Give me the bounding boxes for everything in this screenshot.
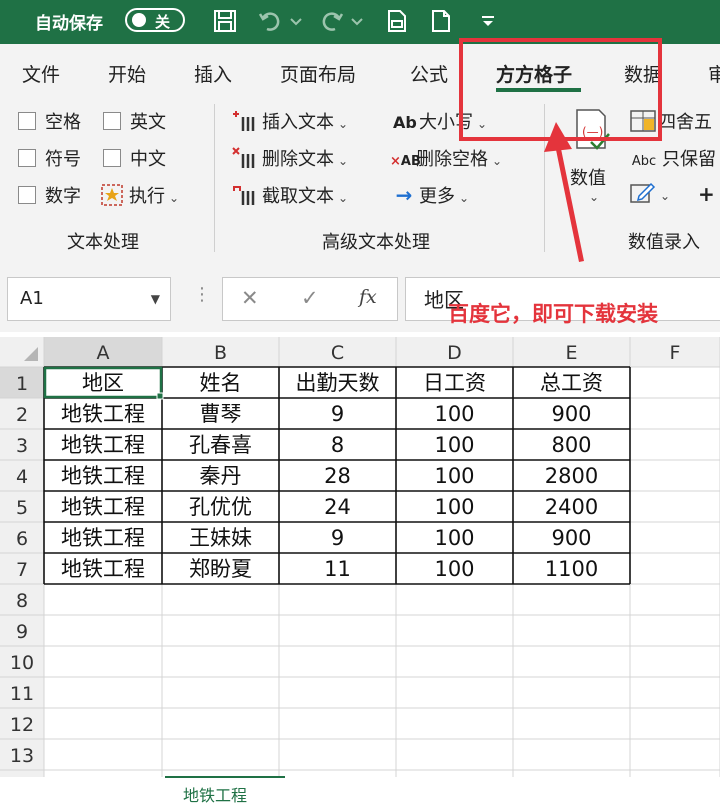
table-cell[interactable]: 地铁工程 <box>61 402 145 426</box>
table-cell[interactable]: 秦丹 <box>200 464 242 488</box>
table-cell[interactable]: 9 <box>331 402 344 426</box>
table-cell[interactable]: 8 <box>331 433 344 457</box>
row-header[interactable]: 9 <box>16 621 28 643</box>
column-header-b[interactable]: B <box>214 342 227 364</box>
header-cell[interactable]: 出勤天数 <box>296 371 380 395</box>
spreadsheet-grid[interactable]: A B C D E F12345678910111213地区 姓名 出勤天数 日工资 总工资地铁工… <box>0 337 720 777</box>
table-cell[interactable]: 地铁工程 <box>61 433 145 457</box>
row-header[interactable]: 4 <box>16 466 28 488</box>
row-header[interactable]: 3 <box>16 435 28 457</box>
table-cell[interactable]: 2800 <box>545 464 598 488</box>
table-cell[interactable]: 100 <box>434 557 474 581</box>
table-cell[interactable]: 9 <box>331 526 344 550</box>
table-cell[interactable]: 100 <box>434 402 474 426</box>
row-header[interactable]: 2 <box>16 404 28 426</box>
table-cell[interactable]: 100 <box>434 495 474 519</box>
column-header-a[interactable]: A <box>97 342 110 364</box>
table-cell[interactable]: 地铁工程 <box>61 464 145 488</box>
row-header[interactable]: 5 <box>16 497 28 519</box>
annotation-text: 百度它，即可下载安装 <box>448 302 658 326</box>
table-cell[interactable]: 100 <box>434 433 474 457</box>
table-cell[interactable]: 28 <box>324 464 351 488</box>
table-cell[interactable]: 100 <box>434 526 474 550</box>
row-header[interactable]: 1 <box>16 373 28 395</box>
row-header-bar <box>0 337 44 777</box>
column-header-d[interactable]: D <box>447 342 462 364</box>
table-cell[interactable]: 24 <box>324 495 351 519</box>
row-header[interactable]: 11 <box>10 683 34 705</box>
table-cell[interactable]: 地铁工程 <box>61 526 145 550</box>
row-header[interactable]: 6 <box>16 528 28 550</box>
table-cell[interactable]: 郑盼夏 <box>189 557 252 581</box>
highlight-box <box>459 38 662 141</box>
table-cell[interactable]: 1100 <box>545 557 598 581</box>
table-cell[interactable]: 900 <box>551 526 591 550</box>
row-header[interactable]: 10 <box>10 652 34 674</box>
row-header[interactable]: 12 <box>10 714 34 736</box>
table-cell[interactable]: 孔优优 <box>189 495 252 519</box>
table-cell[interactable]: 地铁工程 <box>61 557 145 581</box>
sheet-tab[interactable]: 地铁工程 <box>165 776 285 805</box>
table-cell[interactable]: 地铁工程 <box>61 495 145 519</box>
header-cell[interactable]: 姓名 <box>200 371 242 395</box>
table-cell[interactable]: 曹琴 <box>200 402 242 426</box>
header-cell[interactable]: 日工资 <box>423 371 486 395</box>
sheet-tab-label: 地铁工程 <box>183 786 248 805</box>
table-cell[interactable]: 900 <box>551 402 591 426</box>
annotation-arrow <box>554 139 584 262</box>
table-cell[interactable]: 800 <box>551 433 591 457</box>
header-cell[interactable]: 地区 <box>82 371 124 395</box>
fill-handle[interactable] <box>156 392 164 400</box>
row-header[interactable]: 7 <box>16 559 28 581</box>
column-header-e[interactable]: E <box>565 342 577 364</box>
row-header[interactable]: 8 <box>16 590 28 612</box>
column-header-f[interactable]: F <box>670 342 681 364</box>
table-cell[interactable]: 11 <box>324 557 351 581</box>
table-cell[interactable]: 王妹妹 <box>189 526 252 550</box>
header-cell[interactable]: 总工资 <box>540 371 603 395</box>
row-header[interactable]: 13 <box>10 745 34 767</box>
table-cell[interactable]: 孔春喜 <box>189 433 252 457</box>
column-header-c[interactable]: C <box>331 342 344 364</box>
table-cell[interactable]: 2400 <box>545 495 598 519</box>
table-cell[interactable]: 100 <box>434 464 474 488</box>
